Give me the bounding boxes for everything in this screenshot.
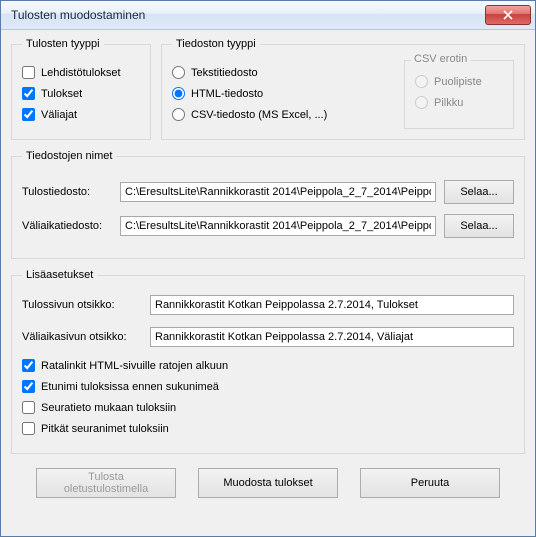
label-valiajat: Väliajat bbox=[41, 109, 77, 121]
label-seuratieto: Seuratieto mukaan tuloksiin bbox=[41, 402, 176, 414]
checkbox-pitkat[interactable] bbox=[22, 422, 35, 435]
group-tiedoston-tyyppi: Tiedoston tyyppi Tekstitiedosto HTML-tie… bbox=[161, 38, 525, 140]
checkbox-valiajat[interactable] bbox=[22, 108, 35, 121]
checkbox-ratalinkit[interactable] bbox=[22, 359, 35, 372]
browse-tulostiedosto-button[interactable]: Selaa... bbox=[444, 180, 514, 204]
window-title: Tulosten muodostaminen bbox=[11, 8, 145, 22]
legend-tiedoston-tyyppi: Tiedoston tyyppi bbox=[172, 38, 260, 50]
label-lehdistotulokset: Lehdistötulokset bbox=[41, 67, 121, 79]
titlebar: Tulosten muodostaminen bbox=[1, 1, 535, 30]
label-tulokset: Tulokset bbox=[41, 88, 82, 100]
label-valiaikasivun-otsikko: Väliaikasivun otsikko: bbox=[22, 331, 142, 343]
radio-csv-tiedosto[interactable] bbox=[172, 108, 185, 121]
dialog-window: Tulosten muodostaminen Tulosten tyyppi L… bbox=[0, 0, 536, 537]
label-pilkku: Pilkku bbox=[434, 97, 463, 109]
label-pitkat: Pitkät seuranimet tuloksiin bbox=[41, 423, 169, 435]
dialog-content: Tulosten tyyppi Lehdistötulokset Tulokse… bbox=[1, 30, 535, 536]
label-csv-tiedosto: CSV-tiedosto (MS Excel, ...) bbox=[191, 109, 327, 121]
close-icon bbox=[503, 10, 513, 20]
label-ratalinkit: Ratalinkit HTML-sivuille ratojen alkuun bbox=[41, 360, 228, 372]
legend-tulosten-tyyppi: Tulosten tyyppi bbox=[22, 38, 104, 50]
legend-lisaasetukset: Lisäasetukset bbox=[22, 269, 97, 281]
legend-csv-erotin: CSV erotin bbox=[411, 53, 470, 65]
checkbox-lehdistotulokset[interactable] bbox=[22, 66, 35, 79]
group-tiedostojen-nimet: Tiedostojen nimet Tulostiedosto: Selaa..… bbox=[11, 150, 525, 259]
close-button[interactable] bbox=[485, 5, 531, 25]
label-tulostiedosto: Tulostiedosto: bbox=[22, 186, 112, 198]
group-csv-erotin: CSV erotin Puolipiste Pilkku bbox=[404, 60, 514, 129]
radio-puolipiste bbox=[415, 75, 428, 88]
input-tulossivun-otsikko[interactable] bbox=[150, 295, 514, 315]
peruuta-button[interactable]: Peruuta bbox=[360, 468, 500, 498]
dialog-button-row: Tulosta oletustulostimella Muodosta tulo… bbox=[11, 468, 525, 498]
radio-tekstitiedosto[interactable] bbox=[172, 66, 185, 79]
muodosta-button[interactable]: Muodosta tulokset bbox=[198, 468, 338, 498]
input-valiaikasivun-otsikko[interactable] bbox=[150, 327, 514, 347]
tulosta-button: Tulosta oletustulostimella bbox=[36, 468, 176, 498]
checkbox-etunimi[interactable] bbox=[22, 380, 35, 393]
label-puolipiste: Puolipiste bbox=[434, 76, 482, 88]
checkbox-tulokset[interactable] bbox=[22, 87, 35, 100]
group-lisaasetukset: Lisäasetukset Tulossivun otsikko: Väliai… bbox=[11, 269, 525, 454]
browse-valiaikatiedosto-button[interactable]: Selaa... bbox=[444, 214, 514, 238]
label-valiaikatiedosto: Väliaikatiedosto: bbox=[22, 220, 112, 232]
label-tulossivun-otsikko: Tulossivun otsikko: bbox=[22, 299, 142, 311]
label-html-tiedosto: HTML-tiedosto bbox=[191, 88, 263, 100]
legend-tiedostojen-nimet: Tiedostojen nimet bbox=[22, 150, 116, 162]
label-tekstitiedosto: Tekstitiedosto bbox=[191, 67, 258, 79]
input-tulostiedosto[interactable] bbox=[120, 182, 436, 202]
radio-pilkku bbox=[415, 96, 428, 109]
radio-html-tiedosto[interactable] bbox=[172, 87, 185, 100]
input-valiaikatiedosto[interactable] bbox=[120, 216, 436, 236]
checkbox-seuratieto[interactable] bbox=[22, 401, 35, 414]
group-tulosten-tyyppi: Tulosten tyyppi Lehdistötulokset Tulokse… bbox=[11, 38, 151, 140]
label-etunimi: Etunimi tuloksissa ennen sukunimeä bbox=[41, 381, 219, 393]
